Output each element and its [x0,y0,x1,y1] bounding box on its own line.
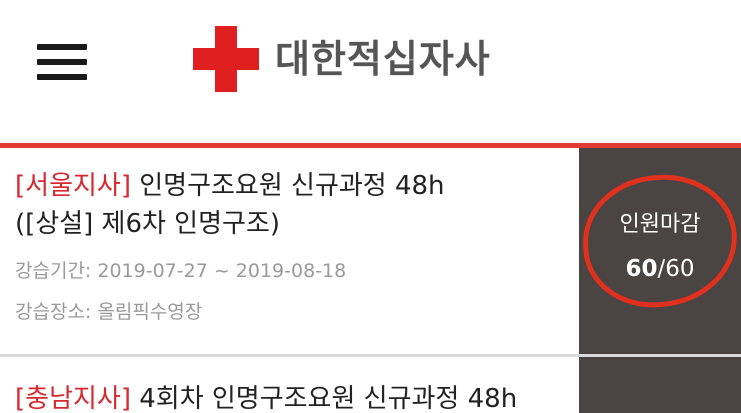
course-title-text: 인명구조요원 신규과정 48h [130,171,445,201]
header: 대한적십자사 [0,0,741,143]
period-value: 2019-07-27 ~ 2019-08-18 [97,260,347,282]
red-cross-icon [193,26,259,92]
place-value: 올림픽수영장 [97,301,203,323]
branch-label: [충남지사] [15,384,131,413]
course-place: 강습장소: 올림픽수영장 [15,299,202,325]
enrollment-status-panel [579,357,741,413]
menu-icon[interactable] [37,44,87,84]
course-title-text: 4회차 인명구조요원 신규과정 48h [130,384,518,413]
logo-text: 대한적십자사 [275,37,491,81]
course-subtitle: ([상설] 제6차 인명구조) [15,209,281,239]
course-period: 강습기간: 2019-07-27 ~ 2019-08-18 [15,258,346,284]
place-label: 강습장소: [15,301,98,323]
period-label: 강습기간: [15,260,98,282]
menu-bar [37,74,87,80]
menu-bar [37,44,87,50]
course-title[interactable]: [서울지사] 인명구조요원 신규과정 48h [15,168,445,204]
course-item[interactable]: [충남지사] 4회차 인명구조요원 신규과정 48h [0,357,741,413]
course-title[interactable]: [충남지사] 4회차 인명구조요원 신규과정 48h [15,381,517,413]
menu-bar [37,59,87,65]
branch-label: [서울지사] [15,171,131,201]
